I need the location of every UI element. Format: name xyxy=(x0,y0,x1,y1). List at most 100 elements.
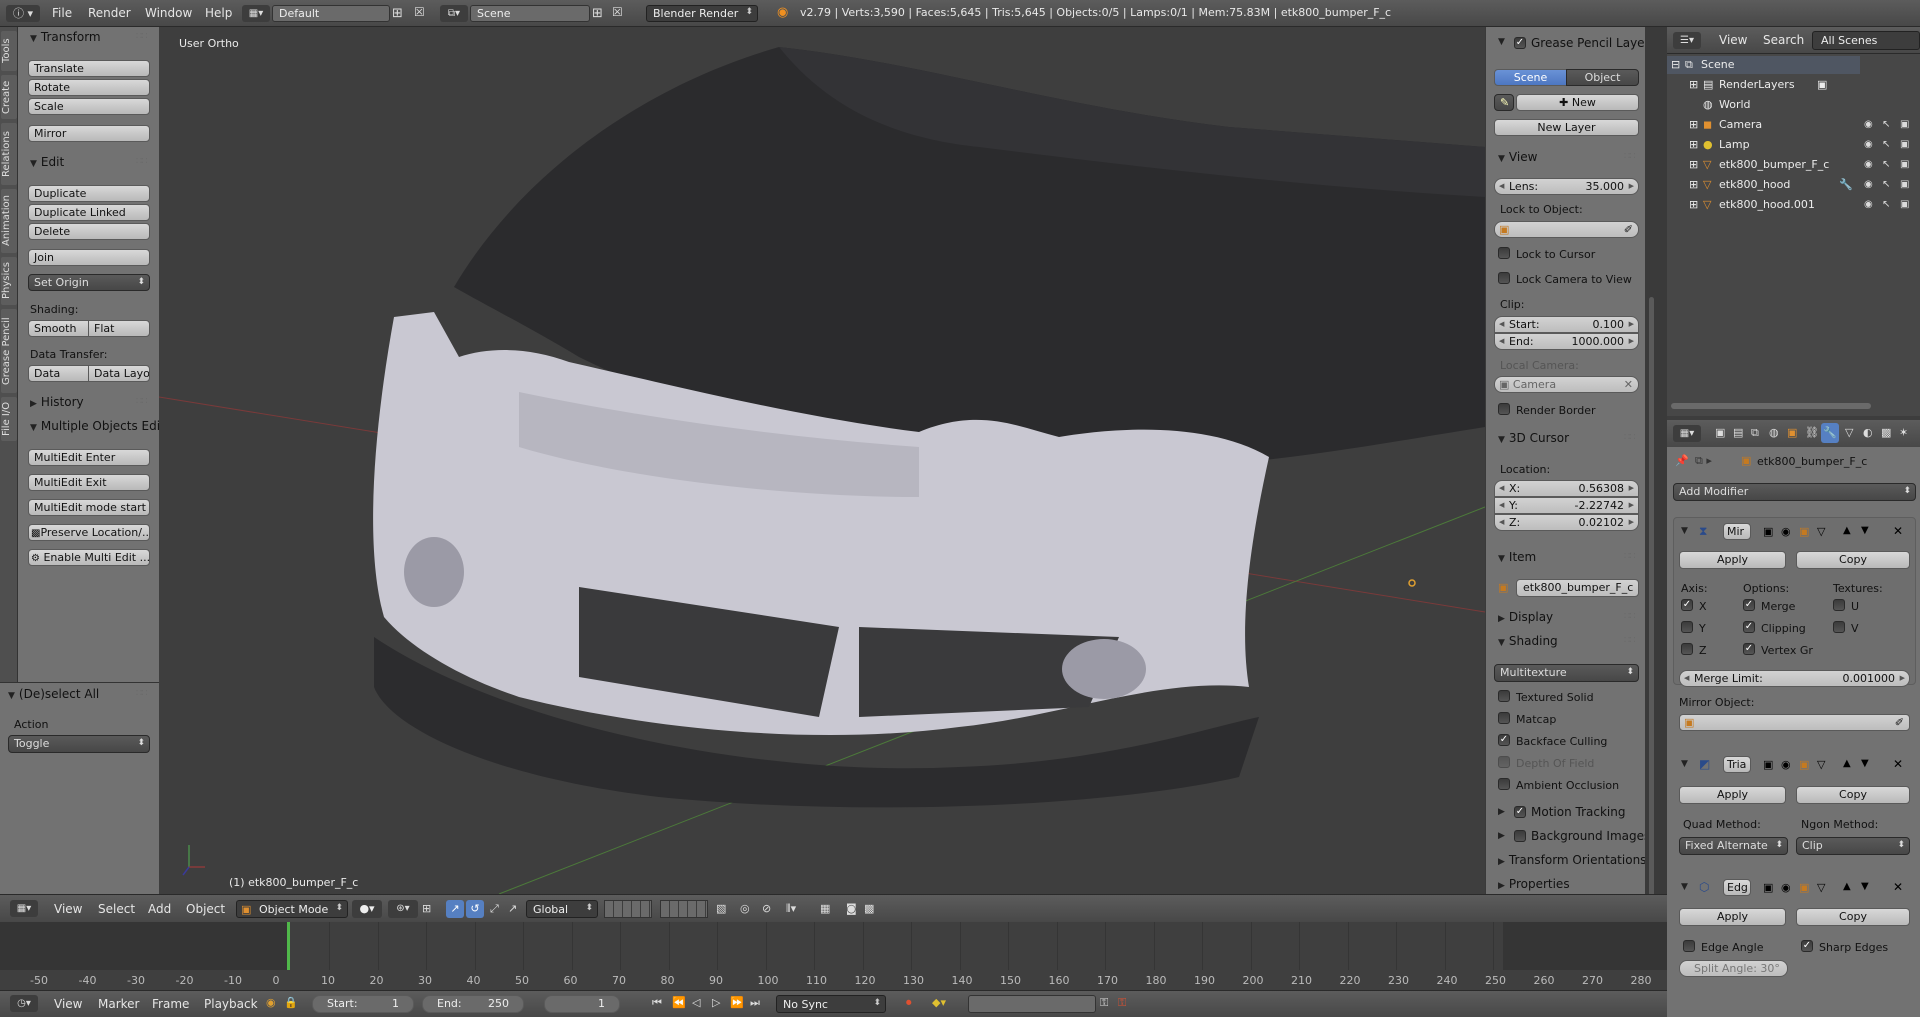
orientation-dropdown[interactable]: Global ⬍ xyxy=(526,900,598,918)
timeline[interactable]: -50 -40 -30 -20 -10 0 10 20 30 40 50 60 70 80 90 100 110… xyxy=(0,922,1667,990)
mirror-name-field[interactable]: Mir xyxy=(1723,523,1751,540)
outliner-scrollbar[interactable] xyxy=(1671,403,1871,409)
matcap-checkbox[interactable] xyxy=(1498,712,1510,724)
cursor-x-field[interactable]: ◀ X: 0.56308 ▶ xyxy=(1494,480,1639,497)
lock-layer-icon[interactable]: ▧ xyxy=(716,902,726,915)
jump-start-icon[interactable]: ⏮ xyxy=(652,996,662,1010)
tl-menu-frame[interactable]: Frame xyxy=(152,997,189,1011)
snap-element-icon[interactable]: ⫴▾ xyxy=(786,902,796,916)
render-camera-icon[interactable]: ▣ xyxy=(1900,139,1909,150)
manipulator-space-icon[interactable]: ↗ xyxy=(508,902,517,915)
merge-checkbox[interactable]: ✓ xyxy=(1743,599,1755,611)
tab-grease-pencil[interactable]: Grease Pencil xyxy=(1,309,17,393)
tree-item-hood[interactable]: etk800_hood xyxy=(1719,178,1790,191)
collapse-triangle-icon[interactable]: ▼ xyxy=(1681,759,1688,769)
drag-handle-icon[interactable]: ∷∷ xyxy=(1624,635,1636,646)
visibility-eye-icon[interactable]: ◉ xyxy=(1864,179,1873,190)
3d-viewport[interactable]: User Ortho (1) etk800_bumper_F_c xyxy=(159,27,1485,894)
expand-icon[interactable]: ⊞ xyxy=(1689,138,1698,151)
vp-menu-object[interactable]: Object xyxy=(186,902,225,916)
render-toggle-icon[interactable]: ▣ xyxy=(1763,758,1773,771)
lock-cursor-checkbox[interactable] xyxy=(1498,247,1510,259)
drag-handle-icon[interactable]: ∷∷ xyxy=(136,31,148,42)
tab-file-io[interactable]: File I/O xyxy=(1,397,17,441)
expand-icon[interactable]: ⊟ xyxy=(1671,58,1680,71)
motion-tracking-title[interactable]: Motion Tracking xyxy=(1531,805,1625,819)
background-images-title[interactable]: Background Images xyxy=(1531,829,1650,843)
sync-dropdown[interactable]: No Sync ⬍ xyxy=(776,995,886,1013)
scrollbar[interactable] xyxy=(1649,297,1654,897)
expand-triangle-icon[interactable]: ▶ xyxy=(1498,807,1505,817)
data-tab-icon[interactable]: ▽ xyxy=(1845,426,1853,439)
render-engine-dropdown[interactable]: Blender Render ⬍ xyxy=(646,5,758,22)
cursor-panel-header[interactable]: ▼ 3D Cursor xyxy=(1498,431,1569,445)
translate-button[interactable]: Translate xyxy=(28,60,150,77)
display-panel-header[interactable]: ▶ Display xyxy=(1498,610,1553,624)
tl-menu-marker[interactable]: Marker xyxy=(98,997,139,1011)
delete-keyframe-icon[interactable]: ⚿ xyxy=(1118,996,1126,1010)
multiedit-enter-button[interactable]: MultiEdit Enter xyxy=(28,449,150,466)
cursor-z-field[interactable]: ◀ Z: 0.02102 ▶ xyxy=(1494,514,1639,531)
manipulator-toggle-icon[interactable]: ⊞ xyxy=(422,902,431,915)
texture-u-checkbox[interactable] xyxy=(1833,599,1845,611)
split-angle-field[interactable]: Split Angle: 30° xyxy=(1679,960,1788,977)
tl-menu-view[interactable]: View xyxy=(54,997,82,1011)
join-button[interactable]: Join xyxy=(28,249,150,266)
scene-field[interactable]: Scene xyxy=(470,5,590,22)
scene-tab-icon[interactable]: ⧉ xyxy=(1751,426,1759,440)
tree-row-scene[interactable] xyxy=(1667,56,1860,74)
mirror-button[interactable]: Mirror xyxy=(28,125,150,142)
editmode-toggle-icon[interactable]: ▣ xyxy=(1799,881,1809,894)
grease-scene-button[interactable]: Scene xyxy=(1494,69,1567,86)
cursor-y-field[interactable]: ◀ Y: -2.22742 ▶ xyxy=(1494,497,1639,514)
lock-camera-checkbox[interactable] xyxy=(1498,272,1510,284)
visibility-eye-icon[interactable]: ◉ xyxy=(1864,119,1873,130)
render-camera-icon[interactable]: ▣ xyxy=(1900,179,1909,190)
render-border-checkbox[interactable] xyxy=(1498,403,1510,415)
duplicate-linked-button[interactable]: Duplicate Linked xyxy=(28,204,150,221)
lens-field[interactable]: ◀ Lens: 35.000 ▶ xyxy=(1494,178,1639,195)
depth-of-field-checkbox[interactable] xyxy=(1498,756,1510,768)
material-tab-icon[interactable]: ◐ xyxy=(1863,426,1873,439)
preview-range-icon[interactable]: ◉ xyxy=(266,996,276,1009)
local-camera-field[interactable]: ▣ Camera ✕ xyxy=(1494,376,1639,393)
view-panel-header[interactable]: ▼ View xyxy=(1498,150,1537,164)
select-arrow-icon[interactable]: ↖ xyxy=(1882,139,1890,150)
expand-triangle-icon[interactable]: ▶ xyxy=(1498,831,1505,841)
transform-panel-header[interactable]: ▼ Transform xyxy=(30,30,101,44)
texture-v-checkbox[interactable] xyxy=(1833,621,1845,633)
grease-pencil-title[interactable]: Grease Pencil Layers xyxy=(1531,36,1656,50)
close-layout-icon[interactable]: ☒ xyxy=(414,5,425,19)
tree-item-camera[interactable]: Camera xyxy=(1719,118,1762,131)
menu-render[interactable]: Render xyxy=(88,6,131,20)
menu-help[interactable]: Help xyxy=(205,6,232,20)
rotate-manipulator-icon[interactable]: ↺ xyxy=(466,900,484,918)
layers-grid-left[interactable] xyxy=(604,900,652,918)
outliner-menu-search[interactable]: Search xyxy=(1763,33,1804,47)
duplicate-button[interactable]: Duplicate xyxy=(28,185,150,202)
render-toggle-icon[interactable]: ▣ xyxy=(1763,881,1773,894)
edge-split-apply-button[interactable]: Apply xyxy=(1679,908,1786,926)
backface-culling-checkbox[interactable]: ✓ xyxy=(1498,734,1510,746)
flat-button[interactable]: Flat xyxy=(88,320,150,337)
ambient-occlusion-checkbox[interactable] xyxy=(1498,778,1510,790)
select-arrow-icon[interactable]: ↖ xyxy=(1882,119,1890,130)
layout-icon[interactable]: ▦▾ xyxy=(242,5,270,22)
clipping-checkbox[interactable]: ✓ xyxy=(1743,621,1755,633)
move-up-icon[interactable]: ▲ xyxy=(1843,758,1851,769)
outliner-menu-view[interactable]: View xyxy=(1719,33,1747,47)
grease-object-button[interactable]: Object xyxy=(1566,69,1639,86)
tree-item-hood-001[interactable]: etk800_hood.001 xyxy=(1719,198,1815,211)
camera-render-icon[interactable]: ◙ xyxy=(846,902,857,915)
mirror-object-field[interactable]: ▣ ✐ xyxy=(1679,714,1910,731)
rotate-button[interactable]: Rotate xyxy=(28,79,150,96)
animation-render-icon[interactable]: ▩ xyxy=(864,902,874,915)
outliner-filter-dropdown[interactable]: All Scenes xyxy=(1812,31,1920,50)
visibility-eye-icon[interactable]: ◉ xyxy=(1864,159,1873,170)
expand-icon[interactable]: ⊞ xyxy=(1689,78,1698,91)
cage-toggle-icon[interactable]: ▽ xyxy=(1817,525,1825,538)
expand-icon[interactable]: ⊞ xyxy=(1689,118,1698,131)
move-down-icon[interactable]: ▼ xyxy=(1861,881,1869,892)
operator-header[interactable]: ▼ (De)select All xyxy=(8,687,99,701)
timeline-editor-icon[interactable]: ◷▾ xyxy=(10,995,38,1012)
